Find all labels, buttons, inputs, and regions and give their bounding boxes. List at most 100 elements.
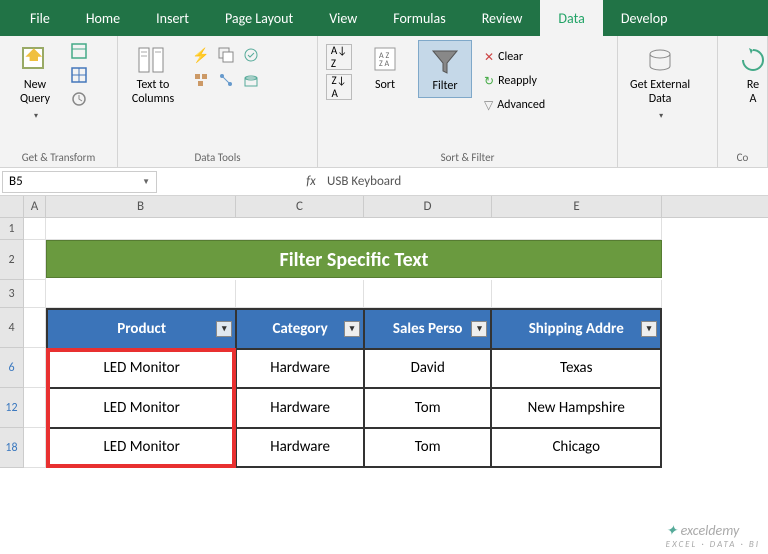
select-all-corner[interactable] (0, 196, 24, 217)
clear-label: Clear (498, 50, 523, 64)
tab-data[interactable]: Data (540, 0, 602, 36)
from-table-icon[interactable] (68, 64, 90, 86)
new-query-label: New Query (20, 78, 50, 106)
external-data-icon (644, 44, 676, 76)
col-header-b[interactable]: B (46, 196, 236, 217)
svg-text:Z A: Z A (379, 59, 390, 69)
data-table: Product▾ Category▾ Sales Perso▾ Shipping… (46, 308, 662, 468)
group-label-get-transform: Get & Transform (8, 149, 109, 166)
table-header-category: Category▾ (236, 309, 364, 349)
sort-icon: A ZZ A (369, 44, 401, 76)
tab-pagelayout[interactable]: Page Layout (207, 0, 311, 36)
get-external-label: Get External Data (630, 78, 690, 106)
col-header-d[interactable]: D (364, 196, 492, 217)
tab-home[interactable]: Home (68, 0, 138, 36)
manage-data-model-icon[interactable] (240, 69, 262, 91)
new-query-button[interactable]: New Query (8, 40, 62, 126)
table-row: LED Monitor Hardware David Texas (47, 349, 661, 389)
row-header[interactable]: 2 (0, 240, 24, 280)
tab-review[interactable]: Review (464, 0, 541, 36)
clear-icon: ✕ (484, 50, 494, 65)
worksheet: A B C D E 1 2 Filter Specific Text 3 4 6… (0, 196, 768, 468)
row-header[interactable]: 12 (0, 388, 24, 428)
tab-file[interactable]: File (12, 0, 68, 36)
refresh-all-button[interactable]: Re A (726, 40, 768, 110)
reapply-button[interactable]: ↻ Reapply (478, 70, 551, 92)
get-external-data-button[interactable]: Get External Data (626, 40, 694, 126)
reapply-icon: ↻ (484, 74, 494, 89)
row-header[interactable]: 6 (0, 348, 24, 388)
cell-category[interactable]: Hardware (236, 388, 364, 428)
relationships-icon[interactable] (215, 69, 237, 91)
text-to-columns-icon (137, 44, 169, 76)
col-header-c[interactable]: C (236, 196, 364, 217)
sort-desc-icon[interactable]: Z↓A (326, 74, 352, 100)
group-get-transform: New Query Get & Transform (0, 36, 118, 168)
ribbon: New Query Get & Transform Text to Column… (0, 36, 768, 168)
group-label-data-tools: Data Tools (126, 149, 309, 166)
row-header[interactable]: 18 (0, 428, 24, 468)
text-to-columns-button[interactable]: Text to Columns (126, 40, 180, 110)
cell-product[interactable]: LED Monitor (47, 428, 236, 468)
cell-category[interactable]: Hardware (236, 349, 364, 389)
name-box-value: B5 (9, 174, 23, 189)
group-sort-filter: A↓Z Z↓A A ZZ A Sort Filter ✕ Clear ↻ Reapp… (318, 36, 618, 168)
row-header[interactable]: 4 (0, 308, 24, 348)
column-headers: A B C D E (0, 196, 768, 218)
text-to-columns-label: Text to Columns (132, 78, 174, 106)
fx-icon[interactable]: fx (301, 174, 321, 189)
col-header-a[interactable]: A (24, 196, 46, 217)
group-data-tools: Text to Columns ⚡ Data Tools (118, 36, 318, 168)
sort-asc-icon[interactable]: A↓Z (326, 44, 352, 70)
clear-button[interactable]: ✕ Clear (478, 46, 551, 68)
recent-sources-icon[interactable] (68, 88, 90, 110)
tab-formulas[interactable]: Formulas (375, 0, 463, 36)
filter-dropdown-sales[interactable]: ▾ (471, 321, 487, 337)
refresh-icon (737, 44, 768, 76)
reapply-label: Reapply (498, 74, 537, 88)
cell-sales[interactable]: David (364, 349, 492, 389)
sort-button[interactable]: A ZZ A Sort (358, 40, 412, 96)
filter-dropdown-product[interactable]: ▾ (216, 321, 232, 337)
group-connections: Re A Co (718, 36, 768, 168)
advanced-button[interactable]: ▽Advanced (478, 94, 551, 116)
data-validation-icon[interactable] (240, 44, 262, 66)
sort-label: Sort (375, 78, 395, 92)
row-header[interactable]: 1 (0, 218, 24, 240)
filter-dropdown-shipping[interactable]: ▾ (641, 321, 657, 337)
filter-icon (429, 45, 461, 77)
new-query-icon (19, 44, 51, 76)
remove-duplicates-icon[interactable] (215, 44, 237, 66)
filter-button[interactable]: Filter (418, 40, 472, 98)
filter-dropdown-category[interactable]: ▾ (344, 321, 360, 337)
cell-sales[interactable]: Tom (364, 428, 492, 468)
dropdown-icon (657, 108, 663, 122)
table-header-product: Product▾ (47, 309, 236, 349)
cell-category[interactable]: Hardware (236, 428, 364, 468)
show-queries-icon[interactable] (68, 40, 90, 62)
cell-shipping[interactable]: New Hampshire (491, 388, 661, 428)
consolidate-icon[interactable] (190, 69, 212, 91)
col-header-e[interactable]: E (492, 196, 662, 217)
name-box[interactable]: B5 ▼ (2, 171, 157, 193)
advanced-icon: ▽ (484, 98, 493, 113)
tab-view[interactable]: View (311, 0, 375, 36)
row-header[interactable]: 3 (0, 280, 24, 308)
group-label-connections: Co (726, 149, 759, 166)
filter-label: Filter (432, 79, 457, 93)
cell-shipping[interactable]: Chicago (491, 428, 661, 468)
table-header-shipping: Shipping Addre▾ (491, 309, 661, 349)
refresh-label: Re A (747, 78, 759, 106)
table-row: LED Monitor Hardware Tom Chicago (47, 428, 661, 468)
cell-sales[interactable]: Tom (364, 388, 492, 428)
title-banner: Filter Specific Text (46, 240, 662, 278)
flash-fill-icon[interactable]: ⚡ (190, 44, 212, 66)
cell-product[interactable]: LED Monitor (47, 349, 236, 389)
cell-product[interactable]: LED Monitor (47, 388, 236, 428)
formula-input[interactable] (321, 171, 768, 193)
tab-developer[interactable]: Develop (603, 0, 686, 36)
cell-shipping[interactable]: Texas (491, 349, 661, 389)
dropdown-icon (32, 108, 38, 122)
formula-bar: B5 ▼ fx (0, 168, 768, 196)
tab-insert[interactable]: Insert (138, 0, 207, 36)
